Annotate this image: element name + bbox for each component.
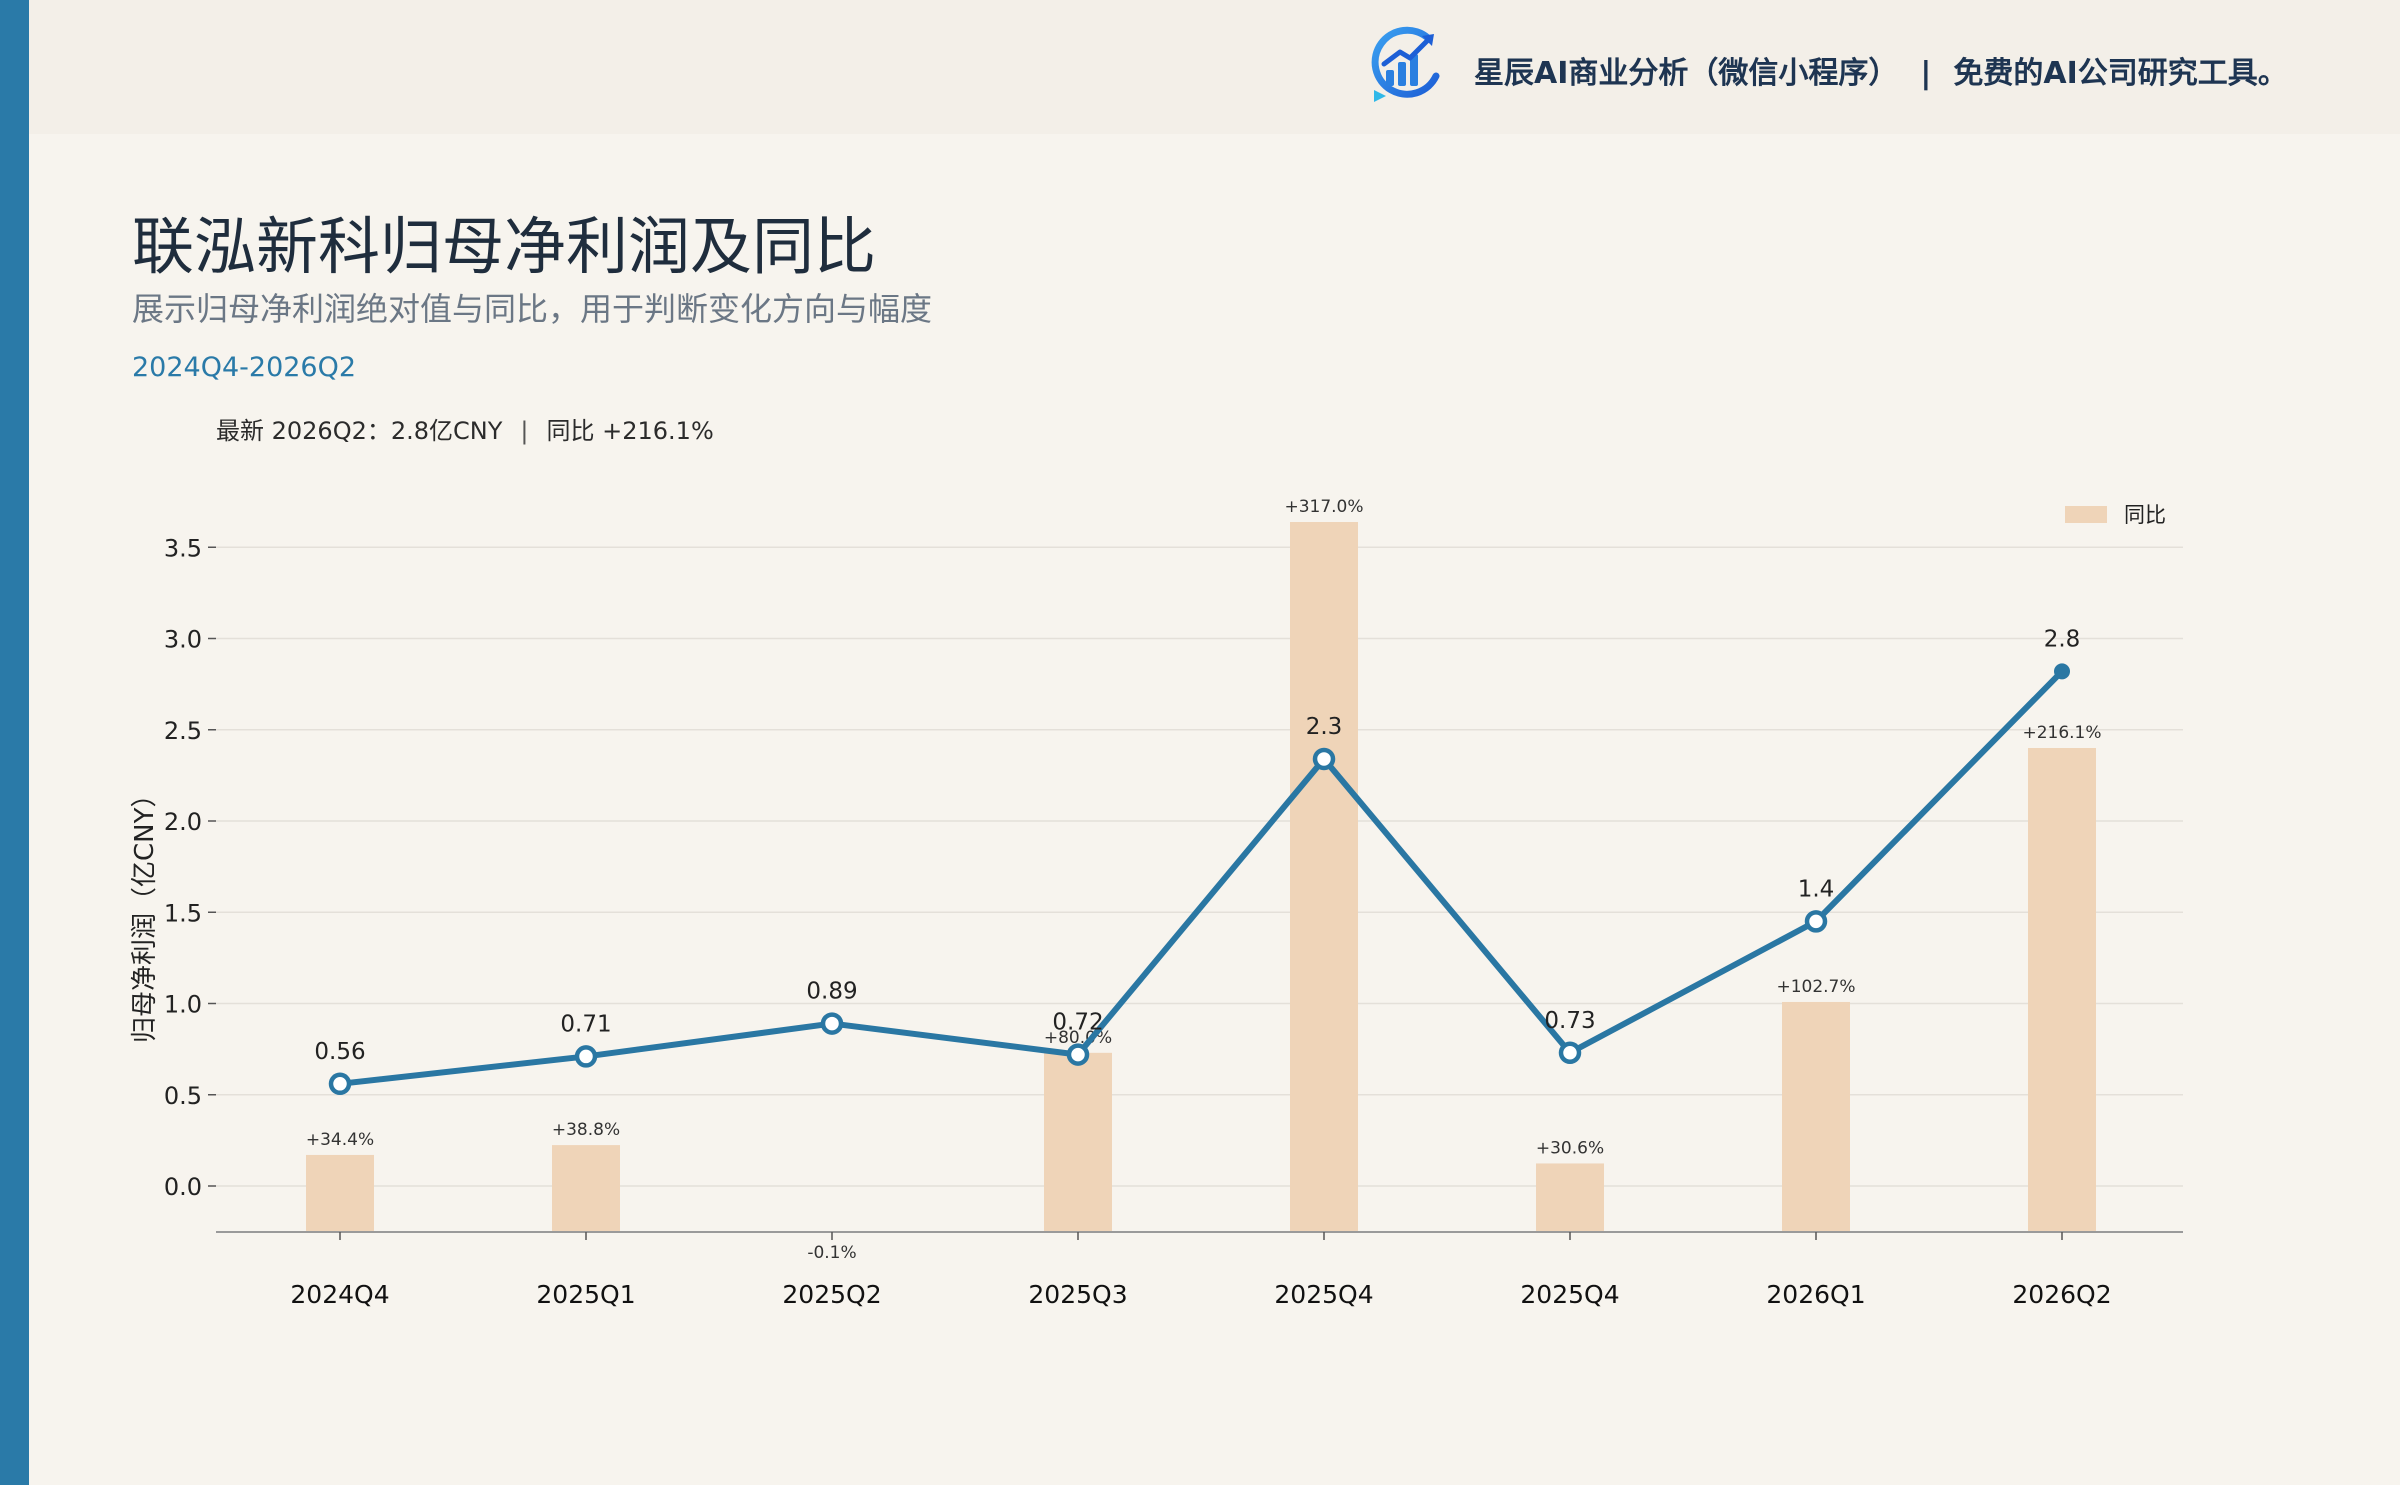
- x-tick-label: 2026Q1: [1766, 1280, 1865, 1309]
- net-profit-point: [820, 1012, 844, 1035]
- y-tick-label: 1.5: [164, 899, 202, 927]
- net-profit-point: [1804, 910, 1828, 933]
- net-profit-point: [1558, 1041, 1582, 1065]
- yoy-bar-label: +102.7%: [1776, 977, 1855, 997]
- legend-swatch: [2065, 506, 2107, 523]
- yoy-bar: [1536, 1163, 1604, 1232]
- x-tick-label: 2024Q4: [290, 1280, 389, 1309]
- yoy-bar-label: +38.8%: [552, 1120, 620, 1140]
- yoy-bar-label: -0.1%: [807, 1243, 856, 1263]
- x-tick-label: 2026Q2: [2012, 1280, 2111, 1309]
- y-tick-label: 2.5: [164, 717, 202, 745]
- yoy-bar-label: +34.4%: [306, 1130, 374, 1150]
- yoy-bar-label: +216.1%: [2022, 723, 2101, 743]
- net-profit-label: 0.89: [806, 979, 857, 1005]
- y-tick-label: 2.0: [164, 808, 202, 836]
- y-tick-label: 3.5: [164, 534, 202, 562]
- y-tick-label: 0.0: [164, 1173, 202, 1201]
- x-tick-label: 2025Q4: [1520, 1280, 1619, 1309]
- net-profit-point: [574, 1045, 598, 1068]
- x-tick-label: 2025Q1: [536, 1280, 635, 1309]
- profit-yoy-chart: 0.0 0.5 1.0 1.5 2.0 2.5 3.0 3.5 归母净利润（亿CNY） +34.4…: [130, 497, 2183, 1309]
- net-profit-label: 0.56: [314, 1039, 365, 1065]
- net-profit-label: 0.73: [1544, 1008, 1595, 1034]
- net-profit-label: 0.71: [560, 1011, 611, 1037]
- net-profit-point: [2054, 663, 2070, 680]
- net-profit-label: 2.8: [2044, 626, 2081, 652]
- yoy-bar-label: +30.6%: [1536, 1138, 1604, 1158]
- y-axis-label: 归母净利润（亿CNY）: [130, 782, 160, 1044]
- yoy-bar: [1290, 522, 1358, 1232]
- y-tick-label: 1.0: [164, 991, 202, 1019]
- net-profit-point: [328, 1072, 352, 1096]
- legend-label: 同比: [2124, 503, 2166, 527]
- y-tick-label: 0.5: [164, 1082, 202, 1110]
- yoy-bar: [306, 1154, 374, 1232]
- x-tick-label: 2025Q4: [1274, 1280, 1373, 1309]
- yoy-bar-label: +317.0%: [1284, 497, 1363, 517]
- net-profit-label: 1.4: [1798, 876, 1835, 902]
- y-tick-label: 3.0: [164, 626, 202, 654]
- net-profit-label: 0.72: [1052, 1010, 1103, 1036]
- yoy-bar: [552, 1145, 620, 1232]
- net-profit-point: [1066, 1043, 1090, 1066]
- net-profit-point: [1312, 747, 1336, 771]
- x-tick-label: 2025Q3: [1028, 1280, 1127, 1309]
- yoy-bar: [1044, 1052, 1112, 1232]
- net-profit-label: 2.3: [1306, 714, 1343, 740]
- yoy-bar: [1782, 1001, 1850, 1232]
- x-tick-label: 2025Q2: [782, 1280, 881, 1309]
- yoy-bar: [2028, 747, 2096, 1232]
